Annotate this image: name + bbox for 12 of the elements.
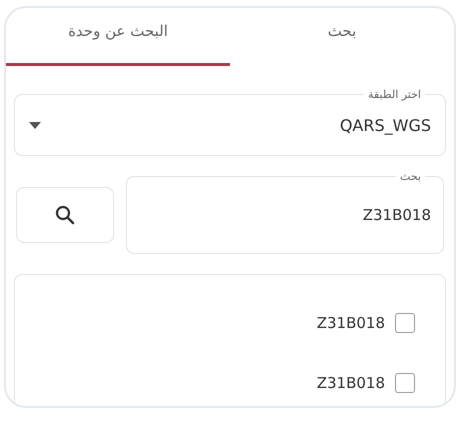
field-label: اختر الطبقة <box>367 88 422 101</box>
search-button[interactable] <box>16 187 114 243</box>
result-label: Z31B018 <box>316 314 385 332</box>
field-label: بحث <box>399 170 422 183</box>
tab[interactable]: البحث عن وحدة <box>6 8 230 66</box>
result-label: Z31B018 <box>316 374 385 392</box>
checkbox[interactable] <box>395 313 415 333</box>
caret-icon <box>29 122 41 128</box>
checkbox[interactable] <box>395 373 415 393</box>
search-icon <box>55 205 75 225</box>
tab[interactable]: بحث <box>230 8 454 66</box>
dropdown-value: QARS_WGS <box>338 116 431 134</box>
